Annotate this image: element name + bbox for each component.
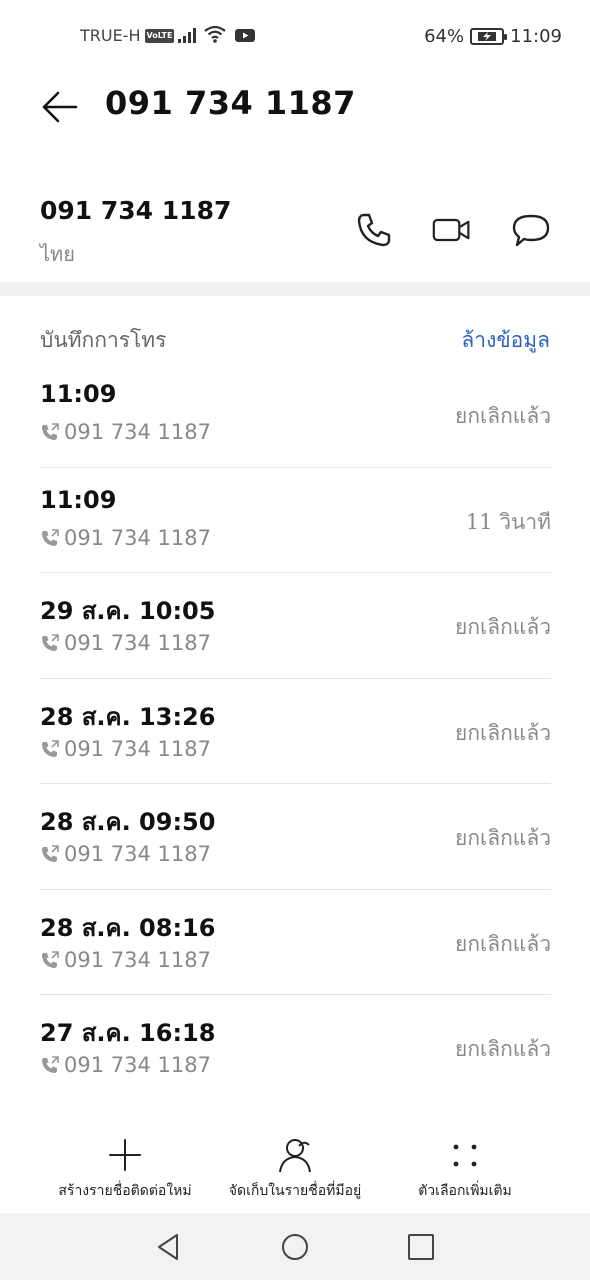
contact-location: ไทย xyxy=(40,242,75,266)
call-number: 091 734 1187 xyxy=(64,631,211,655)
outgoing-call-icon xyxy=(42,634,59,651)
battery-charging-icon xyxy=(470,28,508,45)
save-existing-label: จัดเก็บในรายชื่อที่มีอยู่ xyxy=(228,1183,362,1199)
call-status: ยกเลิกแล้ว xyxy=(455,1037,551,1061)
nav-recents-icon[interactable] xyxy=(405,1231,437,1263)
new-contact-button[interactable]: สร้างรายชื่อติดต่อใหม่ xyxy=(30,1132,220,1202)
bottom-action-bar: สร้างรายชื่อติดต่อใหม่ จัดเก็บในรายชื่อท… xyxy=(0,1132,590,1212)
call-time: 28 ส.ค. 13:26 xyxy=(40,702,216,731)
section-divider xyxy=(0,282,590,296)
more-options-label: ตัวเลือกเพิ่มเติม xyxy=(418,1183,512,1199)
call-time: 28 ส.ค. 08:16 xyxy=(40,913,216,942)
call-time: 27 ส.ค. 16:18 xyxy=(40,1019,216,1047)
call-number-line: 091 734 1187 xyxy=(40,842,211,866)
outgoing-call-icon xyxy=(42,845,59,862)
call-log-header: บันทึกการโทร ล้างข้อมูล xyxy=(40,322,550,356)
call-number: 091 734 1187 xyxy=(64,420,211,444)
nav-home-icon[interactable] xyxy=(279,1231,311,1263)
outgoing-call-icon xyxy=(42,423,59,440)
call-duration: 11 วินาที xyxy=(465,509,551,534)
status-right: 64% 11:09 xyxy=(424,26,562,47)
call-time: 11:09 xyxy=(40,485,117,514)
signal-bars-icon xyxy=(178,27,196,43)
call-number-line: 091 734 1187 xyxy=(40,526,211,550)
carrier-name: TRUE-H xyxy=(80,26,141,45)
call-number-line: 091 734 1187 xyxy=(40,948,211,972)
call-number: 091 734 1187 xyxy=(64,1053,211,1077)
outgoing-call-icon xyxy=(42,950,59,968)
message-icon[interactable] xyxy=(511,210,551,250)
contact-number: 091 734 1187 xyxy=(40,196,232,225)
signal-indicators xyxy=(178,25,256,43)
contact-summary: 091 734 1187 ไทย xyxy=(0,190,590,280)
clear-log-button[interactable]: ล้างข้อมูล xyxy=(461,324,550,357)
youtube-icon xyxy=(235,29,255,42)
call-log-label: บันทึกการโทร xyxy=(40,328,167,352)
volte-badge: VoLTE xyxy=(144,28,175,43)
call-log-row[interactable]: 29 ส.ค. 10:05 091 734 1187 ยกเลิกแล้ว xyxy=(40,573,551,679)
call-status: ยกเลิกแล้ว xyxy=(455,931,551,956)
call-log-row[interactable]: 27 ส.ค. 16:18 091 734 1187 ยกเลิกแล้ว xyxy=(40,995,551,1101)
app-header: 091 734 1187 xyxy=(0,80,590,132)
call-status: ยกเลิกแล้ว xyxy=(455,615,551,639)
call-time: 28 ส.ค. 09:50 xyxy=(40,808,216,836)
call-number: 091 734 1187 xyxy=(64,842,211,866)
person-icon xyxy=(279,1139,311,1173)
call-status: ยกเลิกแล้ว xyxy=(455,826,551,850)
call-status: ยกเลิกแล้ว xyxy=(455,404,551,428)
save-existing-button[interactable]: จัดเก็บในรายชื่อที่มีอยู่ xyxy=(200,1132,390,1202)
page-title: 091 734 1187 xyxy=(105,84,356,122)
back-arrow-icon[interactable] xyxy=(40,87,80,127)
call-log-row[interactable]: 28 ส.ค. 08:16 091 734 1187 ยกเลิกแล้ว xyxy=(40,890,551,995)
call-number-line: 091 734 1187 xyxy=(40,631,211,655)
wifi-icon xyxy=(204,25,226,43)
video-call-icon[interactable] xyxy=(432,210,472,250)
plus-icon xyxy=(109,1139,141,1171)
call-log-row[interactable]: 28 ส.ค. 09:50 091 734 1187 ยกเลิกแล้ว xyxy=(40,784,551,890)
clock: 11:09 xyxy=(510,26,562,47)
call-time: 29 ส.ค. 10:05 xyxy=(40,597,216,625)
call-number-line: 091 734 1187 xyxy=(40,737,211,761)
call-log-list: 11:09 091 734 1187 ยกเลิกแล้ว 11:09 091 … xyxy=(40,362,551,1101)
call-number-line: 091 734 1187 xyxy=(40,420,211,444)
call-number-line: 091 734 1187 xyxy=(40,1053,211,1077)
nav-back-icon[interactable] xyxy=(153,1231,185,1263)
call-log-row[interactable]: 28 ส.ค. 13:26 091 734 1187 ยกเลิกแล้ว xyxy=(40,679,551,784)
call-log-row[interactable]: 11:09 091 734 1187 11 วินาที xyxy=(40,468,551,573)
phone-call-icon[interactable] xyxy=(354,210,394,250)
call-number: 091 734 1187 xyxy=(64,736,211,761)
new-contact-label: สร้างรายชื่อติดต่อใหม่ xyxy=(58,1183,192,1199)
more-dots-icon xyxy=(453,1144,477,1167)
battery-percent: 64% xyxy=(424,26,465,47)
call-time: 11:09 xyxy=(40,380,117,408)
call-number: 091 734 1187 xyxy=(64,947,211,972)
outgoing-call-icon xyxy=(42,1056,59,1073)
more-options-button[interactable]: ตัวเลือกเพิ่มเติม xyxy=(370,1132,560,1202)
outgoing-call-icon xyxy=(42,739,59,757)
system-nav-bar xyxy=(0,1213,590,1280)
call-number: 091 734 1187 xyxy=(64,525,211,550)
outgoing-call-icon xyxy=(42,528,59,546)
call-status: ยกเลิกแล้ว xyxy=(455,720,551,745)
call-log-row[interactable]: 11:09 091 734 1187 ยกเลิกแล้ว xyxy=(40,362,551,468)
status-bar: TRUE-H VoLTE 64% 11:09 xyxy=(0,0,590,72)
carrier-label: TRUE-H VoLTE xyxy=(80,26,175,45)
